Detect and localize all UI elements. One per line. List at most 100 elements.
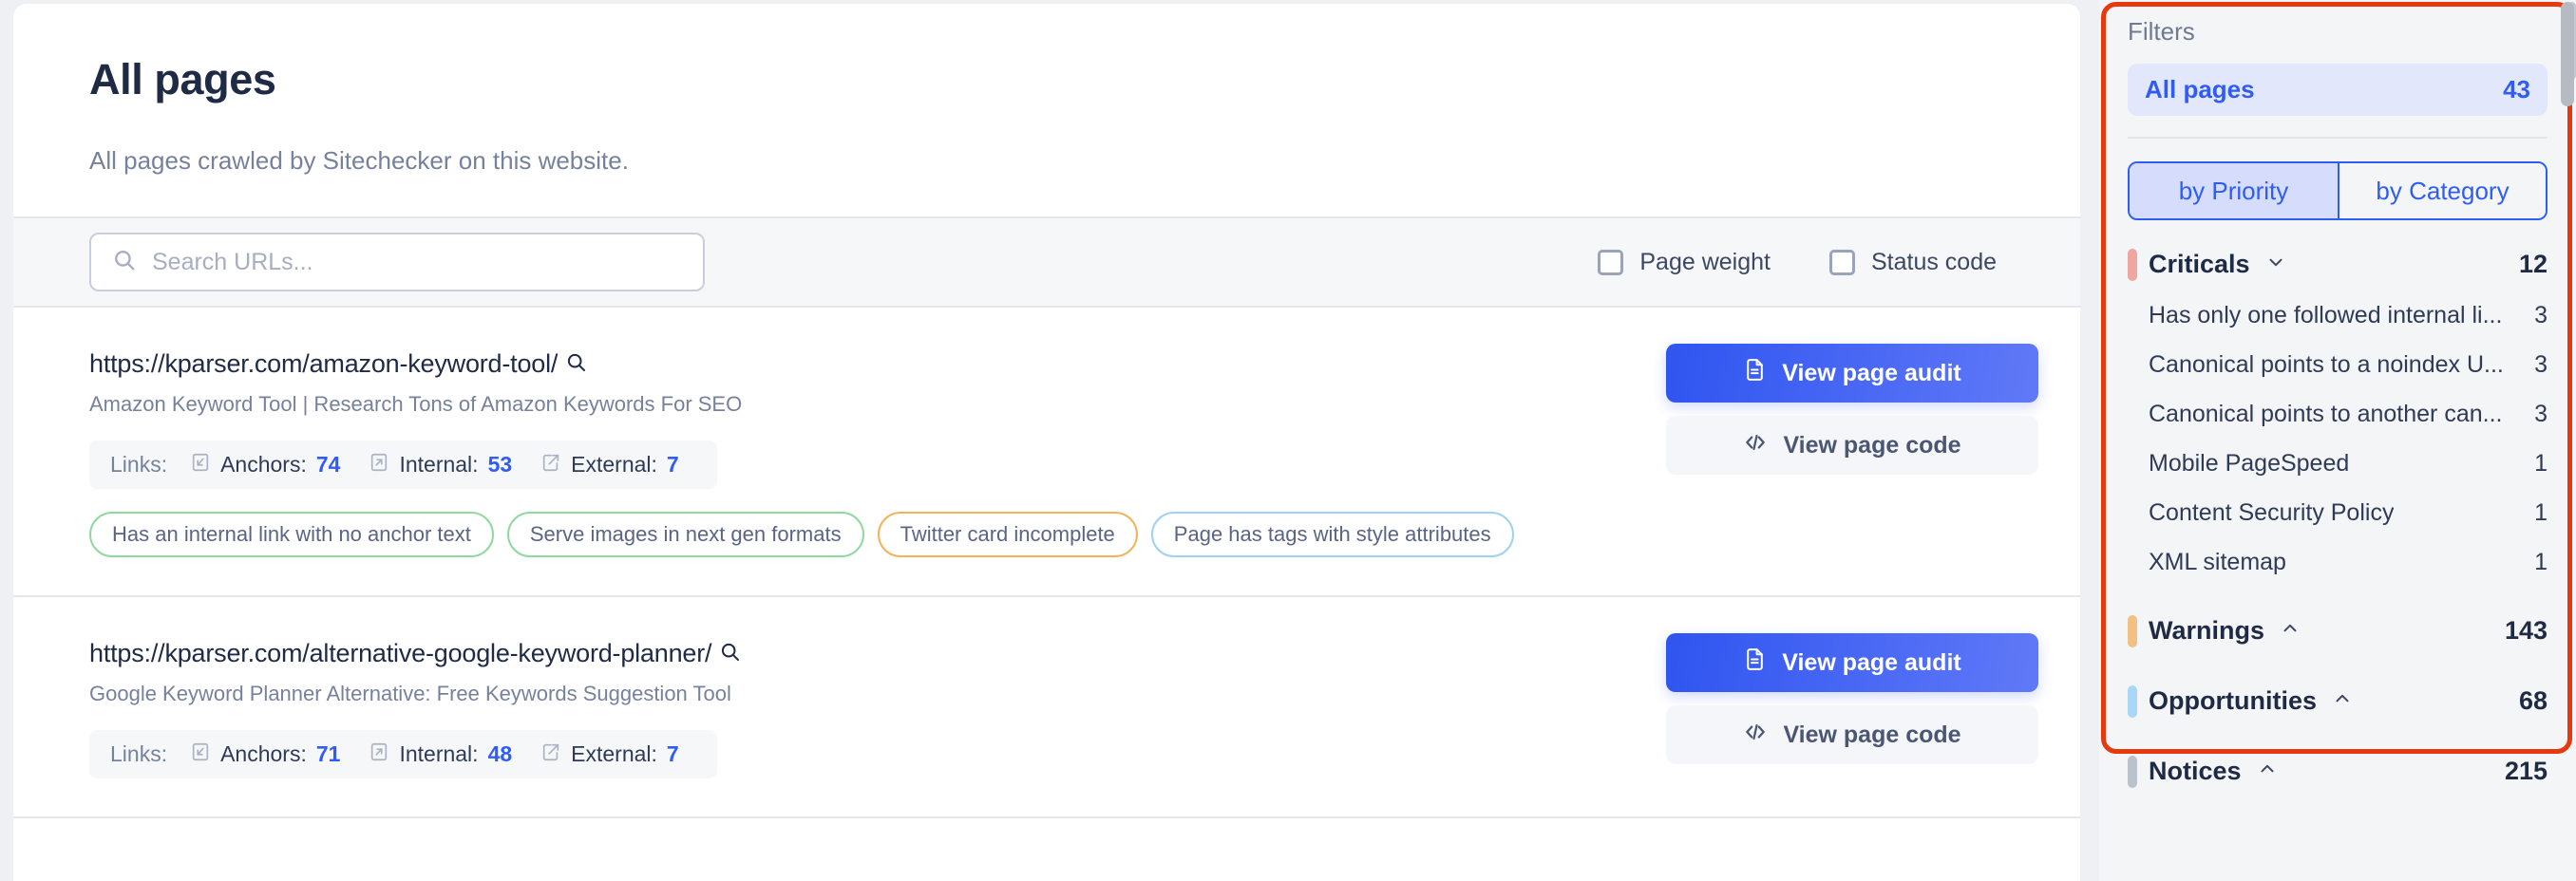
anchors-stat[interactable]: Anchors: 71: [190, 741, 340, 767]
page-url[interactable]: https://kparser.com/alternative-google-k…: [89, 639, 712, 668]
filter-item-count: 3: [2534, 350, 2548, 378]
document-icon: [1743, 358, 1767, 388]
page-subtitle: All pages crawled by Sitechecker on this…: [89, 146, 629, 175]
internal-value: 53: [487, 452, 513, 477]
chevron-down-icon[interactable]: [2265, 252, 2286, 277]
chevron-up-icon[interactable]: [2257, 759, 2278, 784]
filter-item-count: 3: [2534, 301, 2548, 328]
issue-tag[interactable]: Twitter card incomplete: [877, 512, 1138, 557]
severity-bar: [2128, 249, 2137, 281]
filter-group-count: 12: [2518, 249, 2548, 278]
filter-group-name: Criticals: [2149, 249, 2250, 278]
view-page-audit-label: View page audit: [1782, 359, 1961, 386]
page-url[interactable]: https://kparser.com/amazon-keyword-tool/: [89, 349, 558, 379]
url-search-icon[interactable]: [565, 351, 588, 379]
code-icon: [1743, 720, 1768, 751]
anchors-value: 74: [315, 452, 341, 477]
filter-item-count: 1: [2534, 449, 2548, 477]
external-label: External:: [571, 741, 657, 766]
filter-group-count: 143: [2504, 615, 2548, 645]
filter-item-label: Canonical points to a noindex U...: [2149, 350, 2504, 378]
url-search-icon[interactable]: [719, 641, 742, 668]
filter-item-label: Has only one followed internal li...: [2149, 301, 2503, 328]
result-row: https://kparser.com/alternative-google-k…: [13, 597, 2080, 818]
row-actions: View page audit View page code: [1666, 344, 2038, 475]
view-page-code-button[interactable]: View page code: [1666, 705, 2038, 764]
chevron-up-icon[interactable]: [2280, 618, 2301, 644]
filter-item-label: XML sitemap: [2149, 548, 2286, 575]
filter-group-notices[interactable]: Notices 215: [2128, 744, 2548, 797]
search-input[interactable]: [152, 248, 646, 276]
filter-all-pages-label: All pages: [2145, 75, 2255, 103]
row-actions: View page audit View page code: [1666, 633, 2038, 764]
external-value: 7: [666, 452, 679, 477]
view-page-code-button[interactable]: View page code: [1666, 416, 2038, 475]
filter-group-name: Opportunities: [2149, 685, 2317, 715]
tab-by-priority[interactable]: by Priority: [2130, 163, 2338, 218]
filter-item[interactable]: Canonical points to another can... 3: [2128, 389, 2548, 439]
toolbar-checkbox-group: Page weight Status code: [1598, 249, 1997, 276]
filters-title: Filters: [2128, 17, 2195, 46]
chevron-up-icon[interactable]: [2332, 688, 2353, 714]
filter-item[interactable]: Has only one followed internal li... 3: [2128, 291, 2548, 340]
code-icon: [1743, 430, 1768, 461]
filter-all-pages[interactable]: All pages 43: [2128, 64, 2548, 116]
severity-bar: [2128, 756, 2137, 788]
links-bar: Links: Anchors: 71 Internal: 48 External…: [89, 730, 717, 778]
internal-stat[interactable]: Internal: 53: [369, 452, 512, 478]
search-box[interactable]: [89, 233, 705, 291]
filters-inner: Filters All pages 43 by Priority by Cate…: [2099, 0, 2576, 797]
issue-tag-row: Has an internal link with no anchor text…: [89, 512, 2038, 557]
filter-item[interactable]: Content Security Policy 1: [2128, 488, 2548, 537]
all-pages-panel: All pages All pages crawled by Sitecheck…: [13, 4, 2080, 881]
filter-item-count: 1: [2534, 548, 2548, 575]
page-scrollbar-thumb[interactable]: [2561, 2, 2574, 106]
page-title: All pages: [89, 55, 276, 103]
filter-group-name: Notices: [2149, 756, 2242, 785]
internal-label: Internal:: [399, 741, 479, 766]
internal-link-icon: [369, 452, 389, 478]
document-icon: [1743, 647, 1767, 678]
external-link-icon: [540, 452, 561, 478]
internal-link-icon: [369, 741, 389, 767]
view-page-audit-button[interactable]: View page audit: [1666, 344, 2038, 403]
filter-group-criticals[interactable]: Criticals 12: [2128, 237, 2548, 291]
filter-group-opportunities[interactable]: Opportunities 68: [2128, 674, 2548, 727]
view-page-audit-button[interactable]: View page audit: [1666, 633, 2038, 692]
links-label: Links:: [110, 741, 168, 766]
filter-item-count: 3: [2534, 400, 2548, 427]
filters-panel: Filters All pages 43 by Priority by Cate…: [2099, 0, 2576, 881]
filter-item-count: 1: [2534, 498, 2548, 526]
filter-group-count: 68: [2518, 685, 2548, 715]
checkbox-square[interactable]: [1598, 249, 1624, 275]
status-code-checkbox[interactable]: Status code: [1828, 248, 1997, 276]
checkbox-square[interactable]: [1828, 249, 1855, 275]
internal-label: Internal:: [399, 452, 479, 477]
external-stat[interactable]: External: 7: [540, 452, 679, 478]
internal-stat[interactable]: Internal: 48: [369, 741, 512, 767]
filter-item[interactable]: Canonical points to a noindex U... 3: [2128, 340, 2548, 389]
anchors-value: 71: [315, 741, 341, 766]
anchor-link-icon: [190, 741, 211, 767]
filter-item-label: Content Security Policy: [2149, 498, 2395, 526]
filter-item-label: Mobile PageSpeed: [2149, 449, 2350, 477]
result-row: https://kparser.com/amazon-keyword-tool/…: [13, 308, 2080, 597]
severity-bar: [2128, 615, 2137, 647]
filter-mode-segmented-control: by Priority by Category: [2128, 161, 2548, 220]
tab-by-category[interactable]: by Category: [2338, 163, 2546, 218]
issue-tag[interactable]: Page has tags with style attributes: [1150, 512, 1514, 557]
filter-group-count: 215: [2504, 756, 2548, 785]
issue-tag[interactable]: Serve images in next gen formats: [506, 512, 864, 557]
internal-value: 48: [487, 741, 513, 766]
anchors-stat[interactable]: Anchors: 74: [190, 452, 340, 478]
filter-group-name: Warnings: [2149, 615, 2265, 645]
issue-tag[interactable]: Has an internal link with no anchor text: [89, 512, 494, 557]
filter-group-warnings[interactable]: Warnings 143: [2128, 604, 2548, 657]
filter-item[interactable]: XML sitemap 1: [2128, 537, 2548, 587]
anchors-label: Anchors:: [220, 452, 307, 477]
page-weight-checkbox[interactable]: Page weight: [1598, 249, 1771, 276]
view-page-code-label: View page code: [1783, 431, 1961, 459]
external-stat[interactable]: External: 7: [540, 741, 679, 767]
filter-item[interactable]: Mobile PageSpeed 1: [2128, 439, 2548, 488]
status-code-label: Status code: [1870, 248, 1997, 275]
